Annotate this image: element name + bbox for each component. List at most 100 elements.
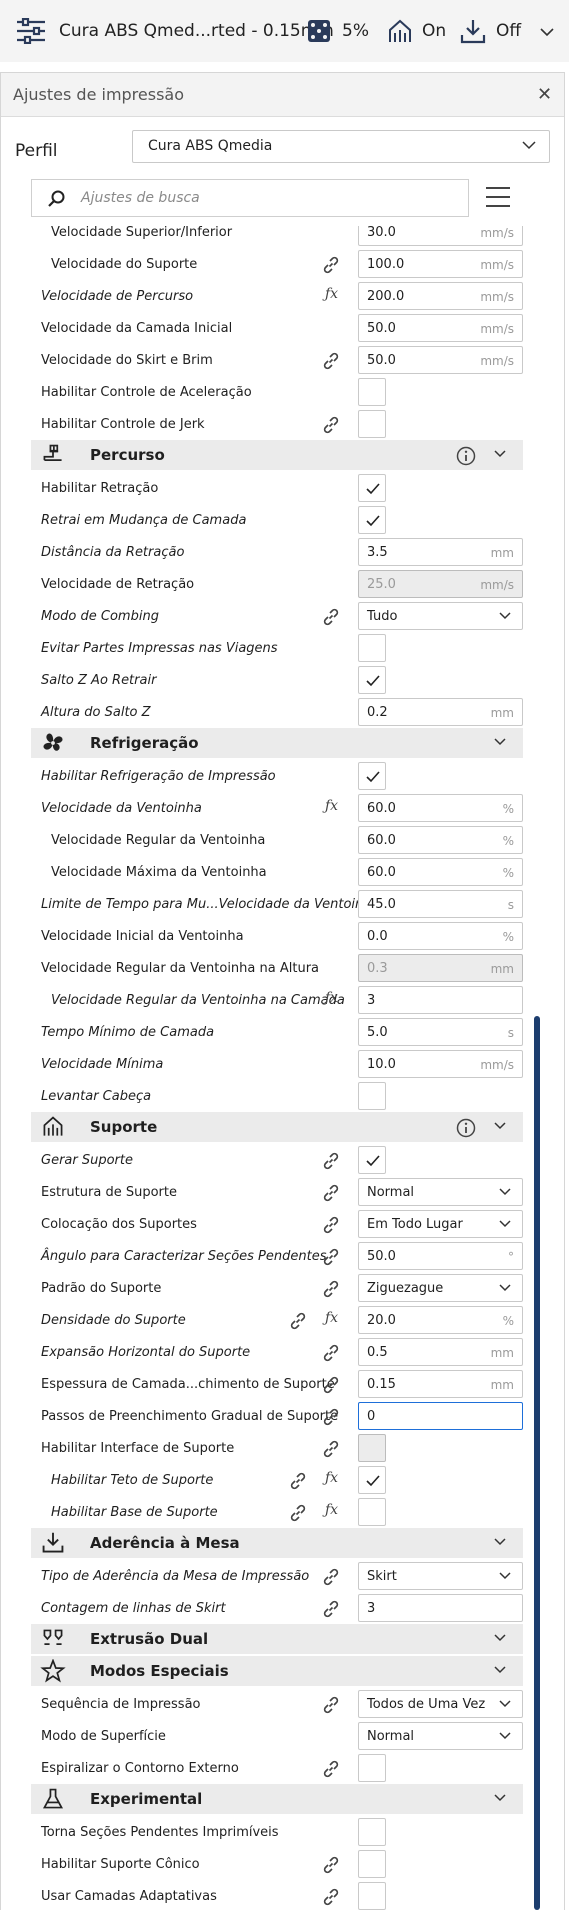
- setting-value-field[interactable]: 60.0%: [358, 794, 523, 822]
- link-icon[interactable]: [322, 1856, 340, 1874]
- setting-value-field[interactable]: 25.0 mm/s: [358, 570, 523, 598]
- setting-value-field[interactable]: 0.3 mm: [358, 954, 523, 982]
- setting-value-field[interactable]: 0.0%: [358, 922, 523, 950]
- setting-value-field[interactable]: 3.5 mm: [358, 538, 523, 566]
- function-icon[interactable]: ƒx: [325, 1502, 338, 1518]
- close-icon[interactable]: ✕: [537, 84, 552, 105]
- setting-dropdown[interactable]: Em Todo Lugar: [358, 1210, 523, 1238]
- profile-select[interactable]: Cura ABS Qmedia: [132, 130, 550, 163]
- setting-value-field[interactable]: 0.2 mm: [358, 698, 523, 726]
- function-icon[interactable]: ƒx: [325, 990, 338, 1006]
- setting-value-field[interactable]: 0.5 mm: [358, 1338, 523, 1366]
- link-icon[interactable]: [289, 1312, 307, 1330]
- info-icon[interactable]: [456, 446, 476, 466]
- setting-value-field[interactable]: 200.0 mm/s: [358, 282, 523, 310]
- setting-dropdown[interactable]: Normal: [358, 1178, 523, 1206]
- chevron-down-icon[interactable]: [494, 450, 506, 458]
- function-icon[interactable]: ƒx: [325, 1470, 338, 1486]
- chevron-down-icon[interactable]: [494, 1666, 506, 1674]
- setting-checkbox[interactable]: [358, 1082, 386, 1110]
- chevron-down-icon[interactable]: [494, 1794, 506, 1802]
- setting-checkbox[interactable]: [358, 1146, 386, 1174]
- link-icon[interactable]: [322, 1760, 340, 1778]
- search-input[interactable]: Ajustes de busca: [31, 179, 469, 217]
- setting-checkbox[interactable]: [358, 1434, 386, 1462]
- setting-value-field[interactable]: 3: [358, 1594, 523, 1622]
- setting-value-field[interactable]: 5.0 s: [358, 1018, 523, 1046]
- category-experimental[interactable]: Experimental: [31, 1784, 523, 1814]
- chevron-down-icon[interactable]: [494, 1634, 506, 1642]
- link-icon[interactable]: [322, 256, 340, 274]
- chevron-down-icon[interactable]: [494, 1538, 506, 1546]
- setting-value-field[interactable]: 50.0 mm/s: [358, 314, 523, 342]
- setting-value-field[interactable]: 60.0%: [358, 858, 523, 886]
- link-icon[interactable]: [322, 1696, 340, 1714]
- link-icon[interactable]: [289, 1504, 307, 1522]
- setting-checkbox[interactable]: [358, 1466, 386, 1494]
- setting-value-field[interactable]: 10.0 mm/s: [358, 1050, 523, 1078]
- setting-dropdown[interactable]: Skirt: [358, 1562, 523, 1590]
- setting-checkbox[interactable]: [358, 1818, 386, 1846]
- link-icon[interactable]: [322, 1344, 340, 1362]
- setting-checkbox[interactable]: [358, 1498, 386, 1526]
- setting-value-field[interactable]: 50.0 °: [358, 1242, 523, 1270]
- setting-dropdown[interactable]: Ziguezague: [358, 1274, 523, 1302]
- link-icon[interactable]: [322, 1280, 340, 1298]
- function-icon[interactable]: ƒx: [325, 286, 338, 302]
- link-icon[interactable]: [322, 1216, 340, 1234]
- setting-value-field[interactable]: 100.0 mm/s: [358, 250, 523, 278]
- setting-value-field[interactable]: 45.0 s: [358, 890, 523, 918]
- chevron-down-icon[interactable]: [539, 27, 555, 37]
- chevron-down-icon[interactable]: [494, 738, 506, 746]
- link-icon[interactable]: [322, 1600, 340, 1618]
- setting-checkbox[interactable]: [358, 1850, 386, 1878]
- setting-value-field[interactable]: 20.0%: [358, 1306, 523, 1334]
- category-adhesion[interactable]: Aderência à Mesa: [31, 1528, 523, 1558]
- setting-checkbox[interactable]: [358, 634, 386, 662]
- link-icon[interactable]: [322, 1888, 340, 1906]
- setting-checkbox[interactable]: [358, 1754, 386, 1782]
- category-special-modes[interactable]: Modos Especiais: [31, 1656, 523, 1686]
- link-icon[interactable]: [322, 1248, 340, 1266]
- scrollbar[interactable]: [534, 1016, 540, 1910]
- category-support[interactable]: Suporte: [31, 1112, 523, 1142]
- setting-dropdown[interactable]: Tudo: [358, 602, 523, 630]
- setting-checkbox[interactable]: [358, 762, 386, 790]
- link-icon[interactable]: [322, 352, 340, 370]
- chevron-down-icon[interactable]: [494, 1122, 506, 1130]
- setting-value-field[interactable]: 3: [358, 986, 523, 1014]
- setting-dropdown[interactable]: Todos de Uma Vez: [358, 1690, 523, 1718]
- setting-value-field[interactable]: 0: [358, 1402, 523, 1430]
- link-icon[interactable]: [322, 1152, 340, 1170]
- category-travel[interactable]: Percurso: [31, 440, 523, 470]
- setting-checkbox[interactable]: [358, 666, 386, 694]
- link-icon[interactable]: [322, 1568, 340, 1586]
- function-icon[interactable]: ƒx: [325, 798, 338, 814]
- link-icon[interactable]: [322, 416, 340, 434]
- link-icon[interactable]: [322, 608, 340, 626]
- setting-checkbox[interactable]: [358, 474, 386, 502]
- setting-value-field[interactable]: 0.15 mm: [358, 1370, 523, 1398]
- link-icon[interactable]: [322, 1440, 340, 1458]
- setting-dropdown[interactable]: Normal: [358, 1722, 523, 1750]
- link-icon[interactable]: [322, 1376, 340, 1394]
- category-dual-extrusion[interactable]: Extrusão Dual: [31, 1624, 523, 1654]
- setting-label: Habilitar Controle de Jerk: [41, 417, 205, 432]
- setting-checkbox[interactable]: [358, 1882, 386, 1910]
- settings-menu-button[interactable]: [484, 183, 512, 211]
- category-cooling[interactable]: Refrigeração: [31, 728, 523, 758]
- link-icon[interactable]: [289, 1472, 307, 1490]
- function-icon[interactable]: ƒx: [325, 1310, 338, 1326]
- setting-checkbox[interactable]: [358, 506, 386, 534]
- chevron-down-icon: [499, 612, 511, 620]
- setting-value-field[interactable]: 60.0%: [358, 826, 523, 854]
- settings-list[interactable]: Velocidade Superior/Inferior 30.0 mm/s Velo…: [1, 226, 564, 1910]
- setting-checkbox[interactable]: [358, 410, 386, 438]
- print-setup-bar[interactable]: Cura ABS Qmed...rted - 0.15mm 5% On Off: [0, 0, 569, 62]
- info-icon[interactable]: [456, 1118, 476, 1138]
- setting-value-field[interactable]: 30.0 mm/s: [358, 226, 523, 246]
- link-icon[interactable]: [322, 1408, 340, 1426]
- link-icon[interactable]: [322, 1184, 340, 1202]
- setting-value-field[interactable]: 50.0 mm/s: [358, 346, 523, 374]
- setting-checkbox[interactable]: [358, 378, 386, 406]
